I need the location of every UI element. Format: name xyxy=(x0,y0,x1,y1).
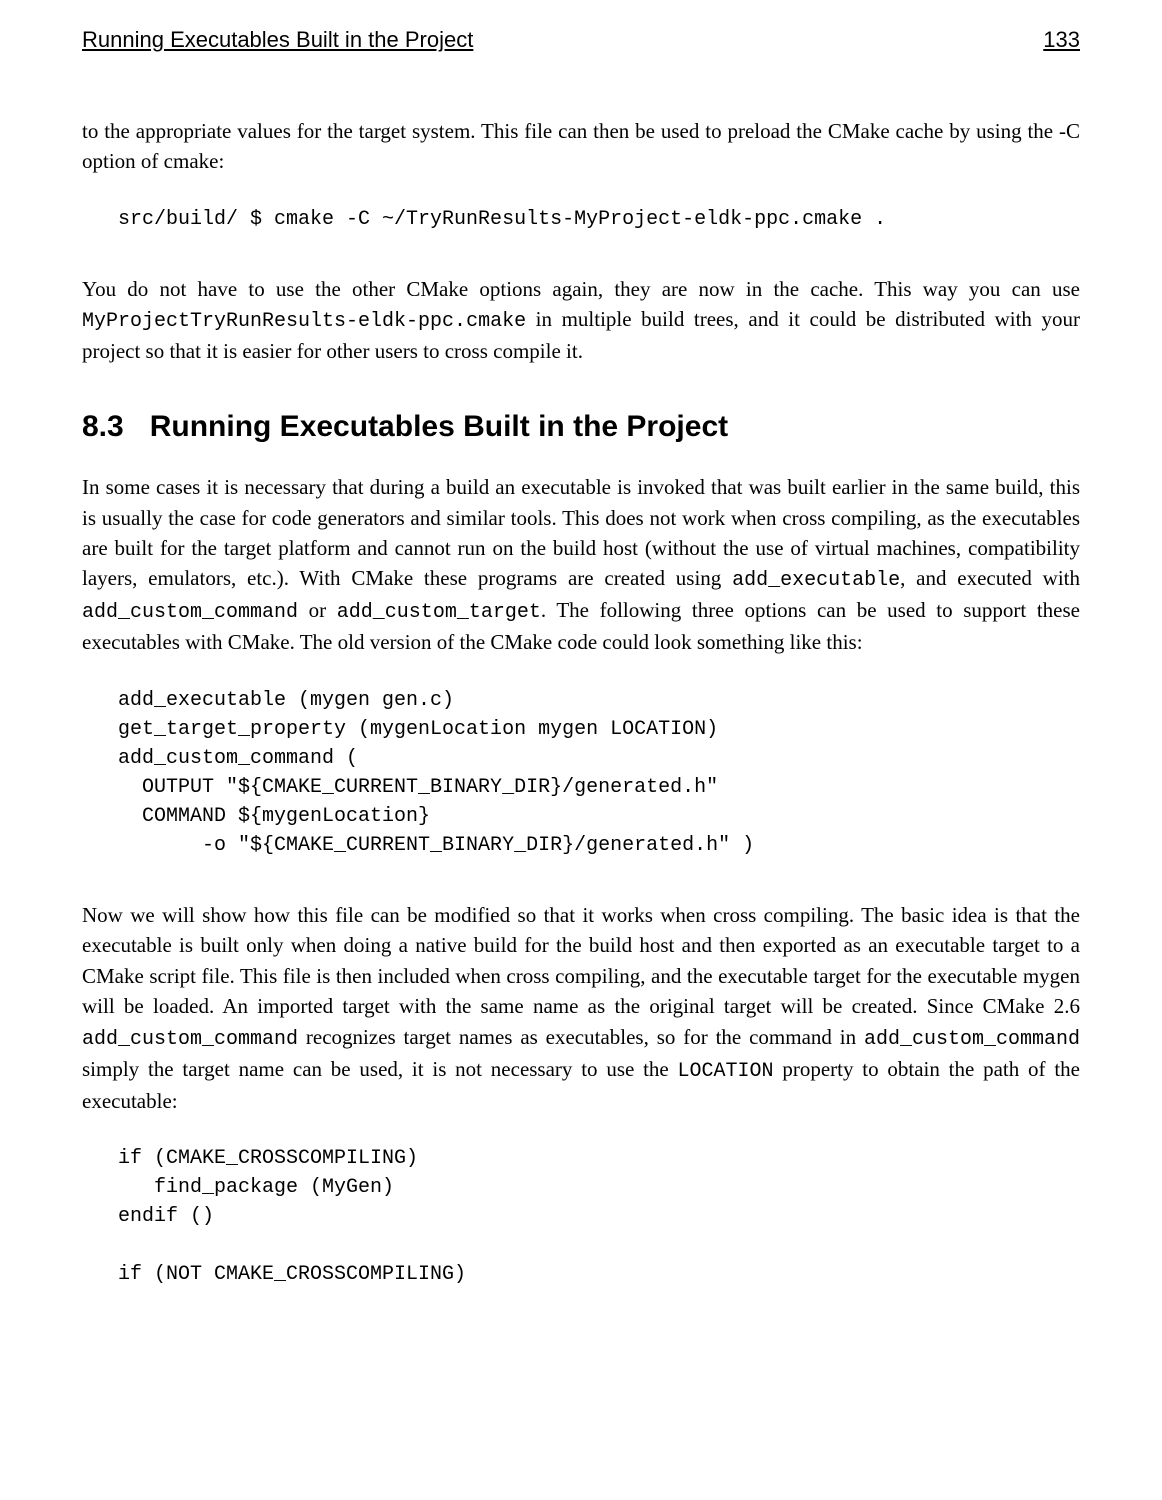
inline-code-cmakefile: MyProjectTryRunResults-eldk-ppc.cmake xyxy=(82,310,526,333)
page-header: Running Executables Built in the Project… xyxy=(82,24,1080,58)
code-block-cmake-c: src/build/ $ cmake -C ~/TryRunResults-My… xyxy=(118,205,1080,234)
section-number: 8.3 xyxy=(82,405,124,449)
section-heading-8-3: 8.3 Running Executables Built in the Proj… xyxy=(82,405,1080,449)
inline-code-acc2: add_custom_command xyxy=(864,1028,1080,1051)
page-number: 133 xyxy=(1043,24,1080,56)
code-block-add-custom: add_executable (mygen gen.c) get_target_… xyxy=(118,686,1080,860)
inline-code-location: LOCATION xyxy=(678,1060,774,1083)
text-span: You do not have to use the other CMake o… xyxy=(82,277,1080,301)
paragraph-cache: You do not have to use the other CMake o… xyxy=(82,274,1080,367)
text-span: simply the target name can be used, it i… xyxy=(82,1057,678,1081)
text-span: or xyxy=(298,598,337,622)
inline-code-add-executable: add_executable xyxy=(732,569,900,592)
paragraph-intro: to the appropriate values for the target… xyxy=(82,116,1080,177)
text-span: Now we will show how this file can be mo… xyxy=(82,903,1080,1018)
code-block-if-crosscompiling: if (CMAKE_CROSSCOMPILING) find_package (… xyxy=(118,1144,1080,1289)
inline-code-acc1: add_custom_command xyxy=(82,1028,298,1051)
section-title: Running Executables Built in the Project xyxy=(150,410,728,443)
inline-code-add-custom-target: add_custom_target xyxy=(337,601,541,624)
text-span: , and executed with xyxy=(900,566,1080,590)
text-span: recognizes target names as executables, … xyxy=(298,1025,864,1049)
paragraph-modified: Now we will show how this file can be mo… xyxy=(82,900,1080,1116)
running-header-title: Running Executables Built in the Project xyxy=(82,24,473,56)
paragraph-cross-compile: In some cases it is necessary that durin… xyxy=(82,472,1080,658)
inline-code-add-custom-command: add_custom_command xyxy=(82,601,298,624)
